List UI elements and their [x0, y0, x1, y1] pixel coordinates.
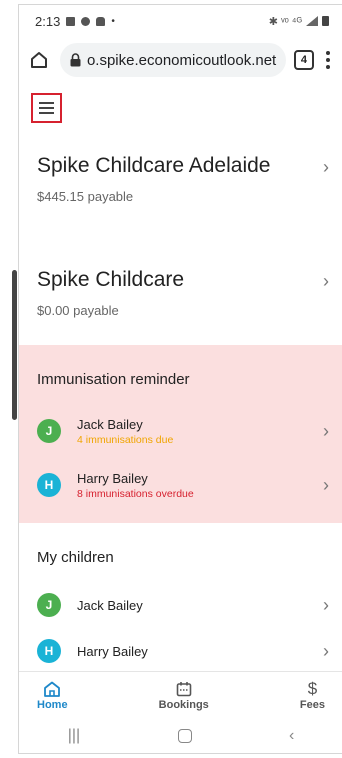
lock-icon — [70, 53, 81, 67]
calendar-icon — [176, 681, 192, 696]
status-bar: 2:13 • ✱ ᵛᵒ ⁴ᴳ — [19, 5, 342, 37]
chevron-right-icon: › — [323, 157, 329, 177]
avatar: H — [37, 473, 61, 497]
avatar: J — [37, 419, 61, 443]
nav-home[interactable]: Home — [37, 681, 68, 711]
my-children-section: My children J Jack Bailey › H Harry Bail… — [19, 523, 342, 681]
nav-label: Fees — [299, 698, 325, 711]
child-name: Harry Bailey — [77, 470, 148, 486]
gallery-icon — [66, 16, 76, 26]
nav-fees[interactable]: $ Fees — [299, 678, 325, 711]
child-name: Jack Bailey — [77, 597, 143, 613]
child-row-harry[interactable]: H Harry Bailey › — [19, 631, 342, 671]
chevron-right-icon: › — [323, 474, 329, 495]
child-name: Jack Bailey — [77, 416, 143, 432]
reminder-row-jack[interactable]: J Jack Bailey 4 immunisations due › — [19, 411, 342, 451]
back-icon[interactable]: ‹ — [289, 727, 294, 745]
immunisation-status: 8 immunisations overdue — [77, 487, 194, 500]
url-text: o.spike.economicoutlook.net — [86, 51, 277, 69]
nav-label: Bookings — [158, 698, 209, 711]
browser-toolbar: o.spike.economicoutlook.net 4 — [19, 37, 342, 83]
more-notifications-dot-icon: • — [111, 15, 115, 27]
nav-label: Home — [37, 698, 68, 711]
nav-bookings[interactable]: Bookings — [159, 681, 209, 711]
immunisation-reminder-card: Immunisation reminder J Jack Bailey 4 im… — [19, 345, 342, 523]
screen: 2:13 • ✱ ᵛᵒ ⁴ᴳ o.spike.economicoutlook.n… — [18, 4, 342, 754]
chevron-right-icon: › — [323, 594, 329, 615]
device-side-bar — [12, 270, 17, 420]
centre-item-adelaide[interactable]: Spike Childcare Adelaide $445.15 payable… — [19, 151, 342, 204]
centre-amount: $0.00 payable — [37, 303, 119, 319]
centre-item-spike[interactable]: Spike Childcare $0.00 payable › — [19, 265, 342, 318]
browser-home-button[interactable] — [27, 47, 52, 73]
device: 2:13 • ✱ ᵛᵒ ⁴ᴳ o.spike.economicoutlook.n… — [0, 0, 342, 758]
immunisation-status: 4 immunisations due — [77, 433, 174, 446]
messenger-icon — [81, 16, 91, 26]
chevron-right-icon: › — [323, 271, 329, 291]
signal-icon — [306, 16, 318, 26]
centre-name: Spike Childcare — [37, 268, 185, 291]
status-time: 2:13 — [35, 13, 61, 29]
child-row-jack[interactable]: J Jack Bailey › — [19, 585, 342, 625]
child-name: Harry Bailey — [77, 643, 148, 659]
system-navigation-bar: ||| ‹ — [19, 719, 342, 753]
centre-name: Spike Childcare Adelaide — [37, 154, 271, 177]
reminder-row-harry[interactable]: H Harry Bailey 8 immunisations overdue › — [19, 465, 342, 505]
browser-menu-button[interactable] — [322, 51, 335, 69]
battery-icon — [322, 16, 329, 26]
bottom-navigation: Home Bookings $ Fees — [19, 671, 342, 719]
avatar: J — [37, 593, 61, 617]
recent-apps-icon[interactable]: ||| — [68, 727, 80, 745]
home-notification-icon — [96, 16, 106, 26]
home-circle-icon[interactable] — [177, 729, 192, 743]
section-title: Immunisation reminder — [37, 371, 190, 388]
status-indicators: ✱ ᵛᵒ ⁴ᴳ — [268, 15, 302, 28]
chevron-right-icon: › — [323, 640, 329, 661]
chevron-right-icon: › — [323, 420, 329, 441]
centre-amount: $445.15 payable — [37, 189, 134, 205]
home-icon — [44, 681, 61, 697]
home-icon — [31, 52, 48, 68]
dollar-icon: $ — [307, 678, 318, 698]
avatar: H — [37, 639, 61, 663]
tab-switcher-button[interactable]: 4 — [294, 50, 314, 70]
app-content: Spike Childcare Adelaide $445.15 payable… — [19, 83, 342, 681]
section-title: My children — [37, 549, 114, 566]
hamburger-menu-button[interactable] — [31, 93, 62, 123]
address-bar[interactable]: o.spike.economicoutlook.net — [59, 43, 287, 77]
